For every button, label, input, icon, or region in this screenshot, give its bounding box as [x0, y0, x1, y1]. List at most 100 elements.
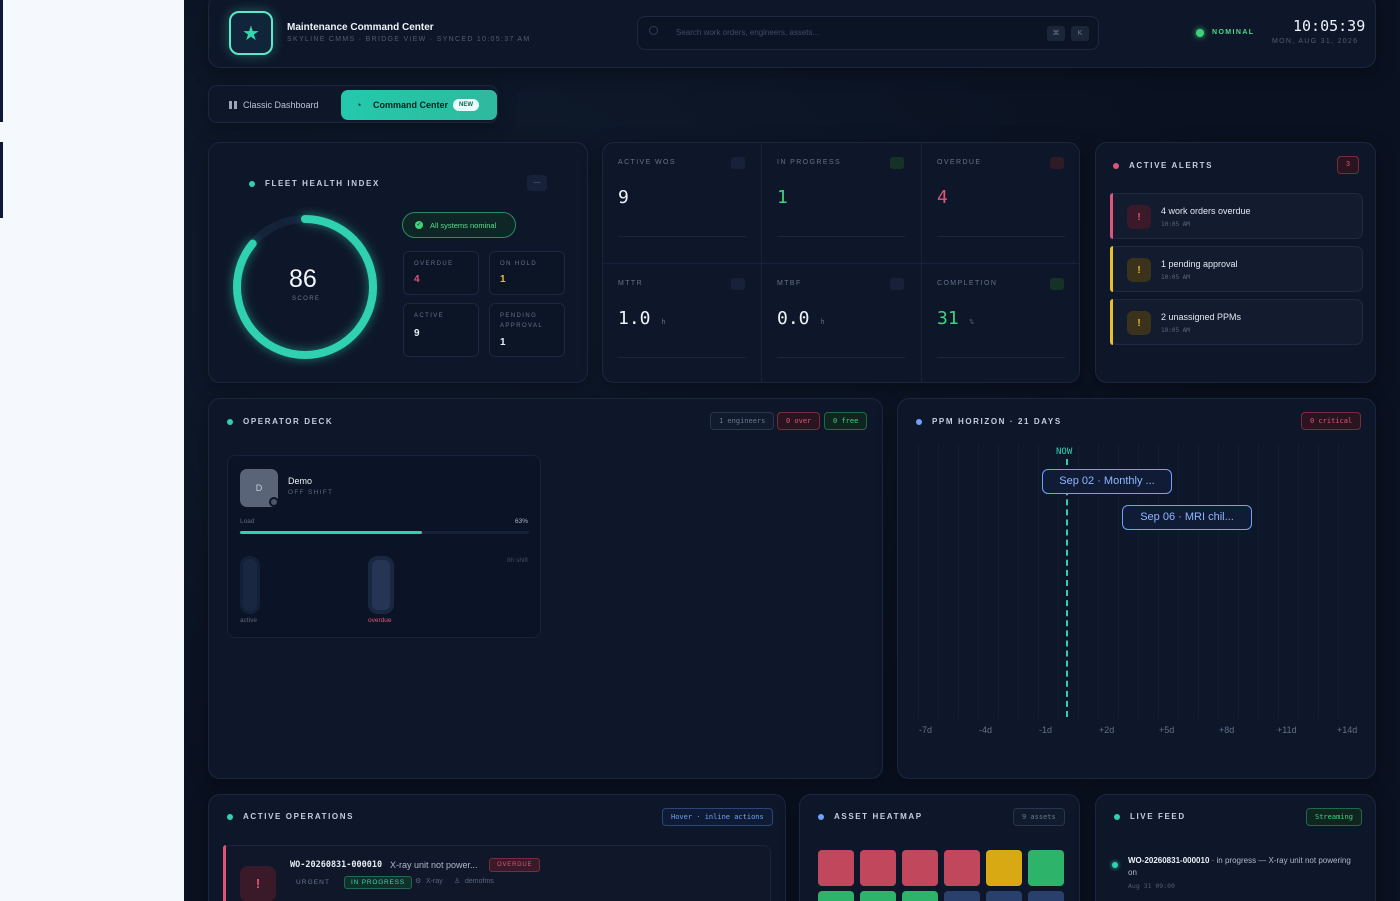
kpi-completion[interactable]: COMPLETION 31 % — [922, 264, 1080, 384]
alert-bar — [1110, 193, 1113, 239]
app-title: Maintenance Command Center — [287, 22, 434, 33]
active-gauge — [240, 556, 260, 614]
alert-item[interactable]: ! 1 pending approval 10:05 AM — [1110, 246, 1363, 292]
kpi-completion-value: 31 % — [937, 308, 974, 329]
app-sidebar — [0, 0, 184, 901]
status-badge: IN PROGRESS — [344, 876, 412, 889]
collapse-button[interactable]: — — [527, 175, 547, 191]
warning-icon: ! — [1127, 205, 1151, 229]
ops-dot — [227, 814, 233, 820]
tab-classic-dashboard[interactable]: Classic Dashboard — [229, 100, 319, 110]
heatmap-cell[interactable] — [944, 850, 980, 886]
clock-date: MON, AUG 31, 2026 — [1272, 38, 1359, 45]
heatmap-cell[interactable] — [860, 850, 896, 886]
heatmap-cell[interactable] — [860, 891, 896, 901]
tab-command-label: Command Center — [373, 100, 449, 110]
kpi-active-wos[interactable]: ACTIVE WOS 9 — [603, 143, 761, 263]
ppm-event[interactable]: Sep 06 · MRI chil... — [1122, 505, 1252, 530]
kpi-overdue-value: 4 — [937, 187, 948, 208]
kpi-active-wos-label: ACTIVE WOS — [618, 159, 676, 166]
assets-pill: 9 assets — [1013, 808, 1065, 826]
heatmap-cell[interactable] — [986, 850, 1022, 886]
free-pill: 0 free — [824, 412, 868, 430]
load-bar — [240, 531, 529, 534]
heatmap-cell[interactable] — [818, 891, 854, 901]
shift-hours: 8h shift — [507, 557, 528, 564]
search-icon — [649, 26, 658, 35]
stat-active-label: ACTIVE — [414, 313, 445, 319]
heatmap-cell[interactable] — [1028, 850, 1064, 886]
operation-row[interactable]: ! WO-20260831-000010 X-ray unit not powe… — [223, 845, 771, 901]
kpi-sep — [777, 236, 905, 237]
health-score: 86 — [289, 265, 317, 293]
heatmap-cell[interactable] — [944, 891, 980, 901]
heatmap-cell[interactable] — [818, 850, 854, 886]
alert-time: 10:05 AM — [1161, 327, 1190, 334]
gear-icon: ⚙ — [415, 878, 422, 885]
kpi-chip — [1050, 278, 1064, 290]
stat-active-value: 9 — [414, 328, 420, 339]
axis-tick: -7d — [919, 725, 933, 735]
info-icon: ! — [1127, 258, 1151, 282]
streaming-pill: Streaming — [1306, 808, 1362, 826]
stat-pending: PENDING APPROVAL 1 — [489, 303, 565, 357]
axis-tick: +8d — [1219, 725, 1235, 735]
search-input[interactable]: Search work orders, engineers, assets... — [676, 28, 819, 37]
operator-deck-card: OPERATOR DECK 1 engineers 0 over 0 free … — [208, 398, 883, 779]
asset-name: X-ray — [426, 878, 443, 885]
alert-text: 1 pending approval — [1161, 259, 1238, 269]
stat-pending-label-1: PENDING — [500, 313, 538, 319]
view-tabs: Classic Dashboard ◔ Command Center NEW — [208, 85, 498, 123]
axis-tick: +11d — [1277, 725, 1297, 735]
kpi-mtbf-value: 0.0 h — [777, 308, 825, 329]
kpi-in-progress[interactable]: IN PROGRESS 1 — [762, 143, 920, 263]
ppm-dot — [916, 419, 922, 425]
feed-item-dot — [1112, 862, 1118, 868]
alert-time: 10:05 AM — [1161, 274, 1190, 281]
kbd-cmd: ⌘ — [1047, 26, 1065, 41]
health-score-label: SCORE — [292, 296, 321, 302]
ppm-title: PPM HORIZON · 21 DAYS — [932, 417, 1062, 426]
search-box[interactable]: Search work orders, engineers, assets...… — [637, 16, 1099, 50]
kpi-mttr-label: MTTR — [618, 280, 644, 287]
fleet-title: FLEET HEALTH INDEX — [265, 179, 380, 188]
tab-command-center[interactable]: ◔ Command Center NEW — [341, 90, 497, 120]
assignee: demofms — [465, 878, 494, 885]
nominal-pill: ✓ All systems nominal — [402, 212, 516, 238]
kpi-mtbf[interactable]: MTBF 0.0 h — [762, 264, 920, 384]
feed-item[interactable]: WO-20260831-000010 · in progress — X-ray… — [1128, 855, 1358, 879]
hint-pill: Hover · inline actions — [662, 808, 773, 826]
now-label: NOW — [1056, 447, 1073, 457]
ppm-event[interactable]: Sep 02 · Monthly ... — [1042, 469, 1172, 494]
axis-tick: -1d — [1039, 725, 1053, 735]
nominal-text: All systems nominal — [430, 221, 497, 230]
stat-overdue-label: OVERDUE — [414, 261, 454, 267]
wo-desc: X-ray unit not power... — [390, 860, 478, 870]
alert-item[interactable]: ! 2 unassigned PPMs 10:05 AM — [1110, 299, 1363, 345]
new-badge: NEW — [453, 99, 479, 111]
kpi-overdue[interactable]: OVERDUE 4 — [922, 143, 1080, 263]
engineer-card[interactable]: D Demo OFF SHIFT Load 63% 8h shift activ… — [227, 455, 541, 638]
heatmap-cell[interactable] — [902, 891, 938, 901]
ppm-event-label: Sep 02 · Monthly ... — [1059, 475, 1155, 487]
alert-item[interactable]: ! 4 work orders overdue 10:05 AM — [1110, 193, 1363, 239]
logo[interactable]: ★ — [229, 11, 273, 55]
stat-pending-label-2: APPROVAL — [500, 323, 544, 329]
active-operations-card: ACTIVE OPERATIONS Hover · inline actions… — [208, 794, 786, 901]
kpi-mttr[interactable]: MTTR 1.0 h — [603, 264, 761, 384]
stat-onhold-label: ON HOLD — [500, 261, 538, 267]
clock-time: 10:05:39 — [1293, 17, 1366, 35]
check-icon: ✓ — [415, 221, 423, 229]
heatmap-cell[interactable] — [902, 850, 938, 886]
heatmap-cell[interactable] — [986, 891, 1022, 901]
heatmap-cell[interactable] — [1028, 891, 1064, 901]
kpi-mttr-value: 1.0 h — [618, 308, 666, 329]
kpi-sep — [618, 236, 746, 237]
status-label: NOMINAL — [1212, 29, 1255, 36]
ppm-horizon-card: PPM HORIZON · 21 DAYS 0 critical NOW Sep… — [897, 398, 1376, 779]
critical-pill: 0 critical — [1301, 412, 1362, 430]
feed-time: Aug 31 09:00 — [1128, 882, 1175, 890]
asset-heatmap-card: ASSET HEATMAP 9 assets — [799, 794, 1080, 901]
kpi-active-wos-value: 9 — [618, 187, 629, 208]
stat-active: ACTIVE 9 — [403, 303, 479, 357]
